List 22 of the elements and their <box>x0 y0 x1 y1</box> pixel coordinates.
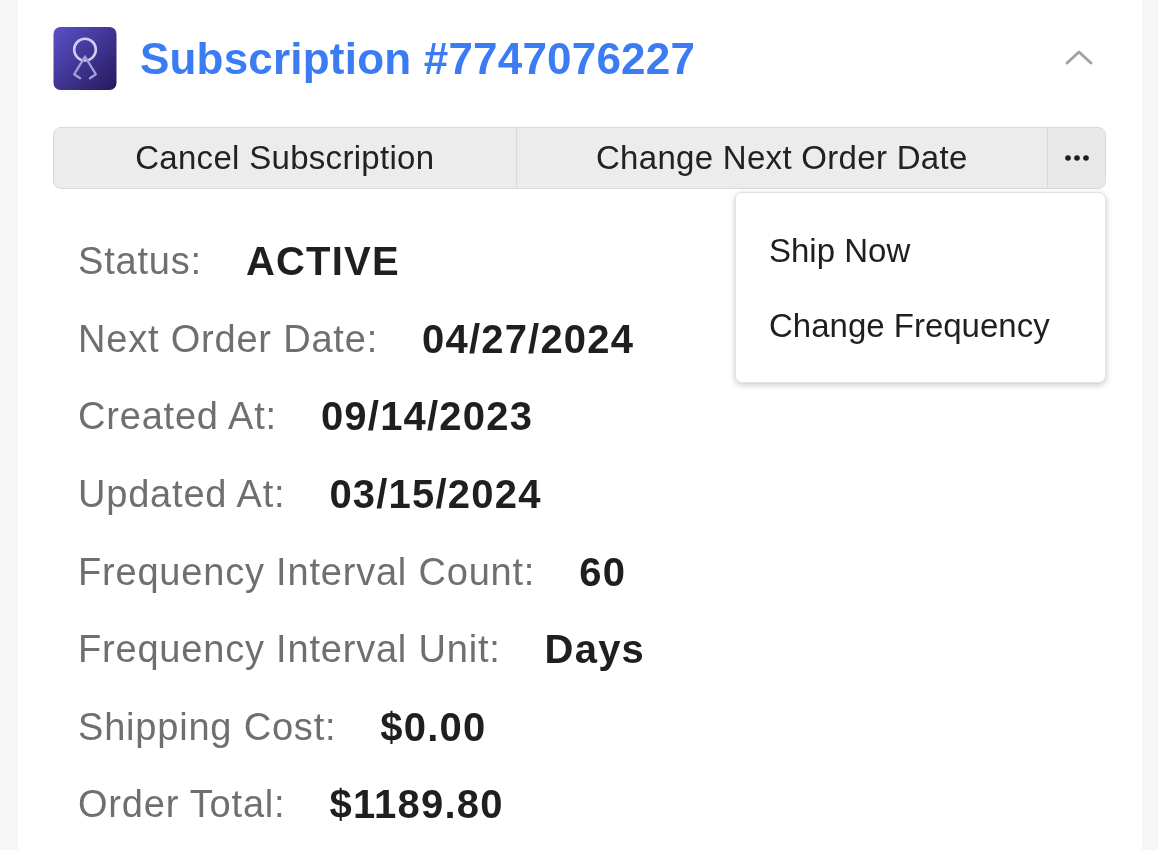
detail-label: Status: <box>78 240 202 284</box>
detail-label: Next Order Date: <box>78 317 378 361</box>
detail-value: ACTIVE <box>245 239 400 285</box>
more-button[interactable] <box>1047 128 1105 188</box>
logo-icon <box>53 27 117 90</box>
more-icon <box>1064 155 1089 161</box>
detail-label: Created At: <box>78 395 277 439</box>
detail-label: Updated At: <box>78 473 286 517</box>
detail-value: 04/27/2024 <box>422 316 635 362</box>
detail-value: 09/14/2023 <box>320 394 534 440</box>
subscription-title: Subscription #7747076227 <box>140 33 697 84</box>
detail-label: Shipping Cost: <box>78 705 337 749</box>
menu-item[interactable]: Change Frequency <box>736 288 1105 363</box>
detail-label: Order Total: <box>78 783 286 827</box>
menu-item[interactable]: Ship Now <box>736 213 1105 288</box>
detail-value: 03/15/2024 <box>329 472 542 518</box>
detail-value: $1189.80 <box>329 782 504 828</box>
detail-label: Frequency Interval Unit: <box>78 628 501 672</box>
detail-label: Frequency Interval Count: <box>78 550 536 594</box>
detail-value: $0.00 <box>380 704 487 750</box>
detail-value: 60 <box>579 549 627 595</box>
detail-value: Days <box>544 627 646 673</box>
